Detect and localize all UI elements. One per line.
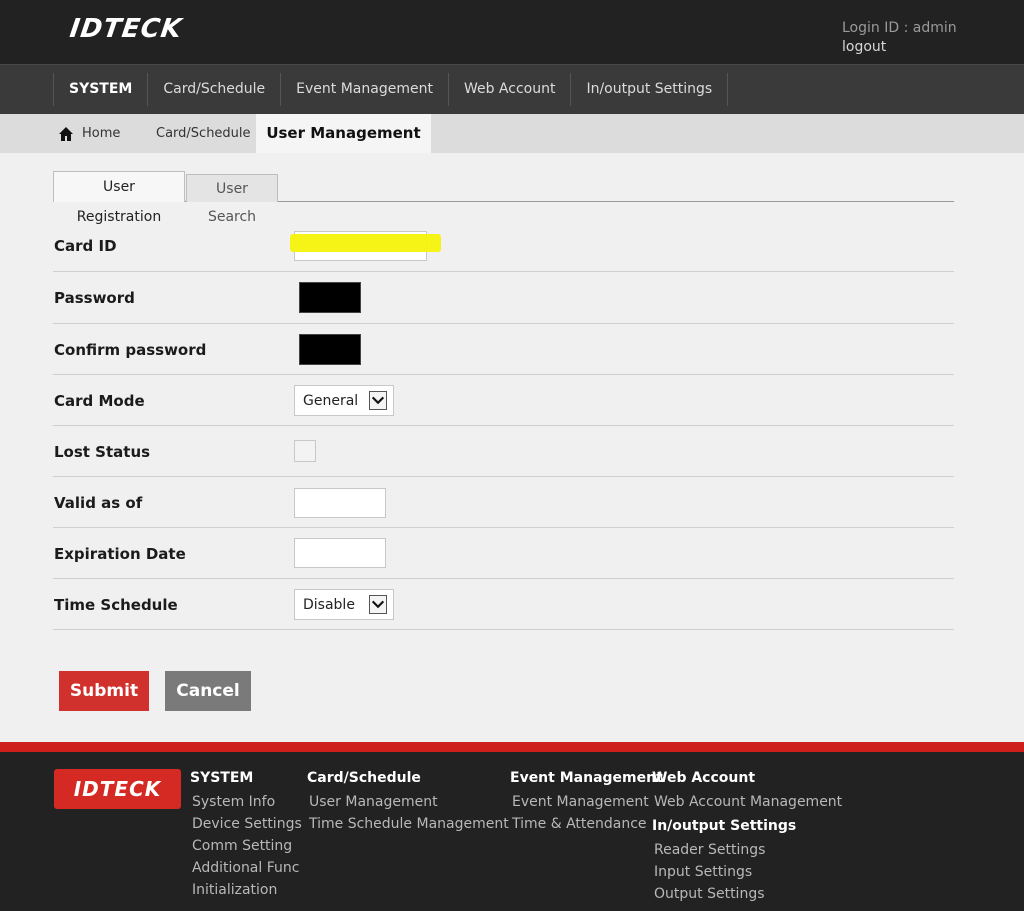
footer-head-event-management: Event Management	[510, 770, 663, 786]
nav-list: SYSTEM Card/Schedule Event Management We…	[53, 73, 729, 106]
nav-item-system[interactable]: SYSTEM	[53, 73, 147, 106]
breadcrumb-current: User Management	[256, 114, 431, 153]
time-schedule-label: Time Schedule	[54, 596, 178, 614]
row-time-schedule: Time Schedule Disable	[53, 579, 954, 630]
time-schedule-select[interactable]: Disable	[294, 589, 394, 620]
submit-button[interactable]: Submit	[59, 671, 149, 711]
footer: IDTECK SYSTEM System Info Device Setting…	[0, 752, 1024, 911]
footer-link[interactable]: Reader Settings	[652, 839, 842, 861]
row-confirm-password: Confirm password	[53, 324, 954, 375]
valid-as-of-label: Valid as of	[54, 494, 143, 512]
row-expiration-date: Expiration Date	[53, 528, 954, 579]
footer-logo[interactable]: IDTECK	[54, 769, 181, 809]
card-mode-label: Card Mode	[54, 392, 145, 410]
card-id-label: Card ID	[54, 237, 117, 255]
footer-link[interactable]: Web Account Management	[652, 791, 842, 813]
footer-col-card-schedule: Card/Schedule User Management Time Sched…	[307, 769, 509, 835]
footer-head-inoutput-settings: In/output Settings	[652, 818, 797, 834]
footer-link[interactable]: Additional Func	[190, 857, 302, 879]
footer-link[interactable]: Initialization	[190, 879, 302, 901]
row-lost-status: Lost Status	[53, 426, 954, 477]
footer-stripe	[0, 742, 1024, 752]
footer-link[interactable]: Time & Attendance	[510, 813, 663, 835]
tab-bar: User Registration User Search	[53, 171, 954, 225]
breadcrumb-home[interactable]: Home	[58, 114, 120, 153]
row-card-id: Card ID	[53, 220, 954, 272]
footer-link[interactable]: Output Settings	[652, 883, 842, 905]
nav-item-card-schedule[interactable]: Card/Schedule	[147, 73, 280, 106]
login-id-label: Login ID : admin	[842, 20, 957, 36]
footer-link[interactable]: User Management	[307, 791, 509, 813]
logout-link[interactable]: logout	[842, 38, 957, 57]
home-icon	[59, 126, 73, 141]
password-input[interactable]	[299, 282, 361, 313]
time-schedule-value: Disable	[303, 597, 355, 613]
lost-status-checkbox[interactable]	[294, 440, 316, 462]
idteck-logo[interactable]: IDTECK	[68, 14, 184, 44]
valid-as-of-input[interactable]	[294, 488, 386, 518]
login-info: Login ID : admin logout	[842, 19, 957, 57]
footer-link[interactable]: Device Settings	[190, 813, 302, 835]
tab-user-search[interactable]: User Search	[186, 174, 278, 225]
confirm-password-label: Confirm password	[54, 341, 207, 359]
footer-head-card-schedule: Card/Schedule	[307, 770, 421, 786]
row-card-mode: Card Mode General	[53, 375, 954, 426]
main-nav: SYSTEM Card/Schedule Event Management We…	[0, 64, 1024, 114]
chevron-down-icon	[369, 595, 387, 614]
footer-link[interactable]: Input Settings	[652, 861, 842, 883]
footer-col-event-management: Event Management Event Management Time &…	[510, 769, 663, 835]
top-header: IDTECK Login ID : admin logout	[0, 0, 1024, 64]
expiration-date-label: Expiration Date	[54, 545, 186, 563]
cancel-button[interactable]: Cancel	[165, 671, 251, 711]
footer-link[interactable]: Event Management	[510, 791, 663, 813]
breadcrumb-home-label: Home	[82, 126, 121, 141]
card-mode-value: General	[303, 393, 359, 409]
row-password: Password	[53, 272, 954, 324]
footer-col-web-account: Web Account Web Account Management In/ou…	[652, 769, 842, 905]
nav-item-inoutput-settings[interactable]: In/output Settings	[570, 73, 729, 106]
footer-head-web-account: Web Account	[652, 770, 756, 786]
footer-link[interactable]: System Info	[190, 791, 302, 813]
lost-status-label: Lost Status	[54, 443, 151, 461]
confirm-password-input[interactable]	[299, 334, 361, 365]
nav-item-event-management[interactable]: Event Management	[280, 73, 448, 106]
card-mode-select[interactable]: General	[294, 385, 394, 416]
breadcrumb-card-schedule[interactable]: Card/Schedule	[140, 114, 267, 153]
footer-link[interactable]: Time Schedule Management	[307, 813, 509, 835]
footer-col-system: SYSTEM System Info Device Settings Comm …	[190, 769, 302, 901]
breadcrumb: Home Card/Schedule User Management	[0, 114, 1024, 153]
row-valid-as-of: Valid as of	[53, 477, 954, 528]
expiration-date-input[interactable]	[294, 538, 386, 568]
footer-link[interactable]: Comm Setting	[190, 835, 302, 857]
highlight-mark	[290, 234, 441, 252]
password-label: Password	[54, 289, 135, 307]
tab-user-registration[interactable]: User Registration	[53, 171, 185, 225]
nav-item-web-account[interactable]: Web Account	[447, 73, 571, 106]
chevron-down-icon	[369, 391, 387, 410]
footer-head-system: SYSTEM	[190, 770, 254, 786]
